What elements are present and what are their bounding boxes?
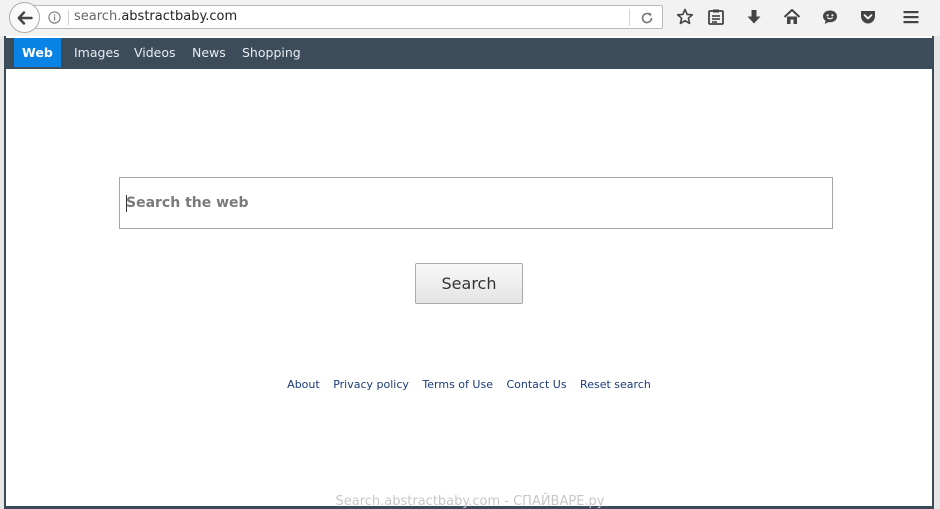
- text-caret: [126, 195, 127, 212]
- nav-tab-web[interactable]: Web: [14, 38, 61, 67]
- reading-list-icon[interactable]: [707, 8, 725, 26]
- nav-tab-news[interactable]: News: [184, 38, 234, 67]
- chat-smiley-icon[interactable]: [821, 8, 839, 26]
- address-bar[interactable]: search.abstractbaby.com: [29, 5, 663, 29]
- nav-tab-videos[interactable]: Videos: [126, 38, 184, 67]
- url-separator: [68, 10, 69, 25]
- watermark-text: Search.abstractbaby.com - СПАЙВАРЕ.ру: [335, 494, 605, 509]
- pocket-icon[interactable]: [859, 8, 877, 26]
- home-icon[interactable]: [783, 8, 801, 26]
- back-button[interactable]: [9, 2, 40, 33]
- url-text[interactable]: search.abstractbaby.com: [74, 9, 237, 24]
- page-content: Web Images Videos News Shopping Search A…: [4, 36, 934, 509]
- footer-link-about[interactable]: About: [287, 378, 320, 391]
- nav-tab-images[interactable]: Images: [66, 38, 128, 67]
- bookmark-star-icon[interactable]: [676, 8, 694, 26]
- hamburger-menu-icon[interactable]: [902, 8, 920, 26]
- search-box: [119, 177, 833, 229]
- search-input[interactable]: [126, 192, 806, 214]
- reload-separator: [629, 9, 630, 26]
- search-button[interactable]: Search: [415, 263, 523, 304]
- browser-toolbar: search.abstractbaby.com: [0, 0, 940, 36]
- footer-link-privacy-policy[interactable]: Privacy policy: [333, 378, 409, 391]
- footer-link-contact-us[interactable]: Contact Us: [506, 378, 566, 391]
- url-prefix: search.: [74, 9, 122, 24]
- footer-links: About Privacy policy Terms of Use Contac…: [6, 378, 932, 391]
- info-icon[interactable]: [48, 11, 61, 24]
- search-category-nav: Web Images Videos News Shopping: [6, 38, 932, 69]
- url-domain: abstractbaby.com: [121, 9, 238, 24]
- footer-link-terms-of-use[interactable]: Terms of Use: [422, 378, 493, 391]
- nav-tab-shopping[interactable]: Shopping: [234, 38, 309, 67]
- download-arrow-icon[interactable]: [745, 8, 763, 26]
- reload-icon[interactable]: [640, 11, 654, 25]
- back-arrow-icon: [17, 10, 33, 25]
- footer-link-reset-search[interactable]: Reset search: [580, 378, 651, 391]
